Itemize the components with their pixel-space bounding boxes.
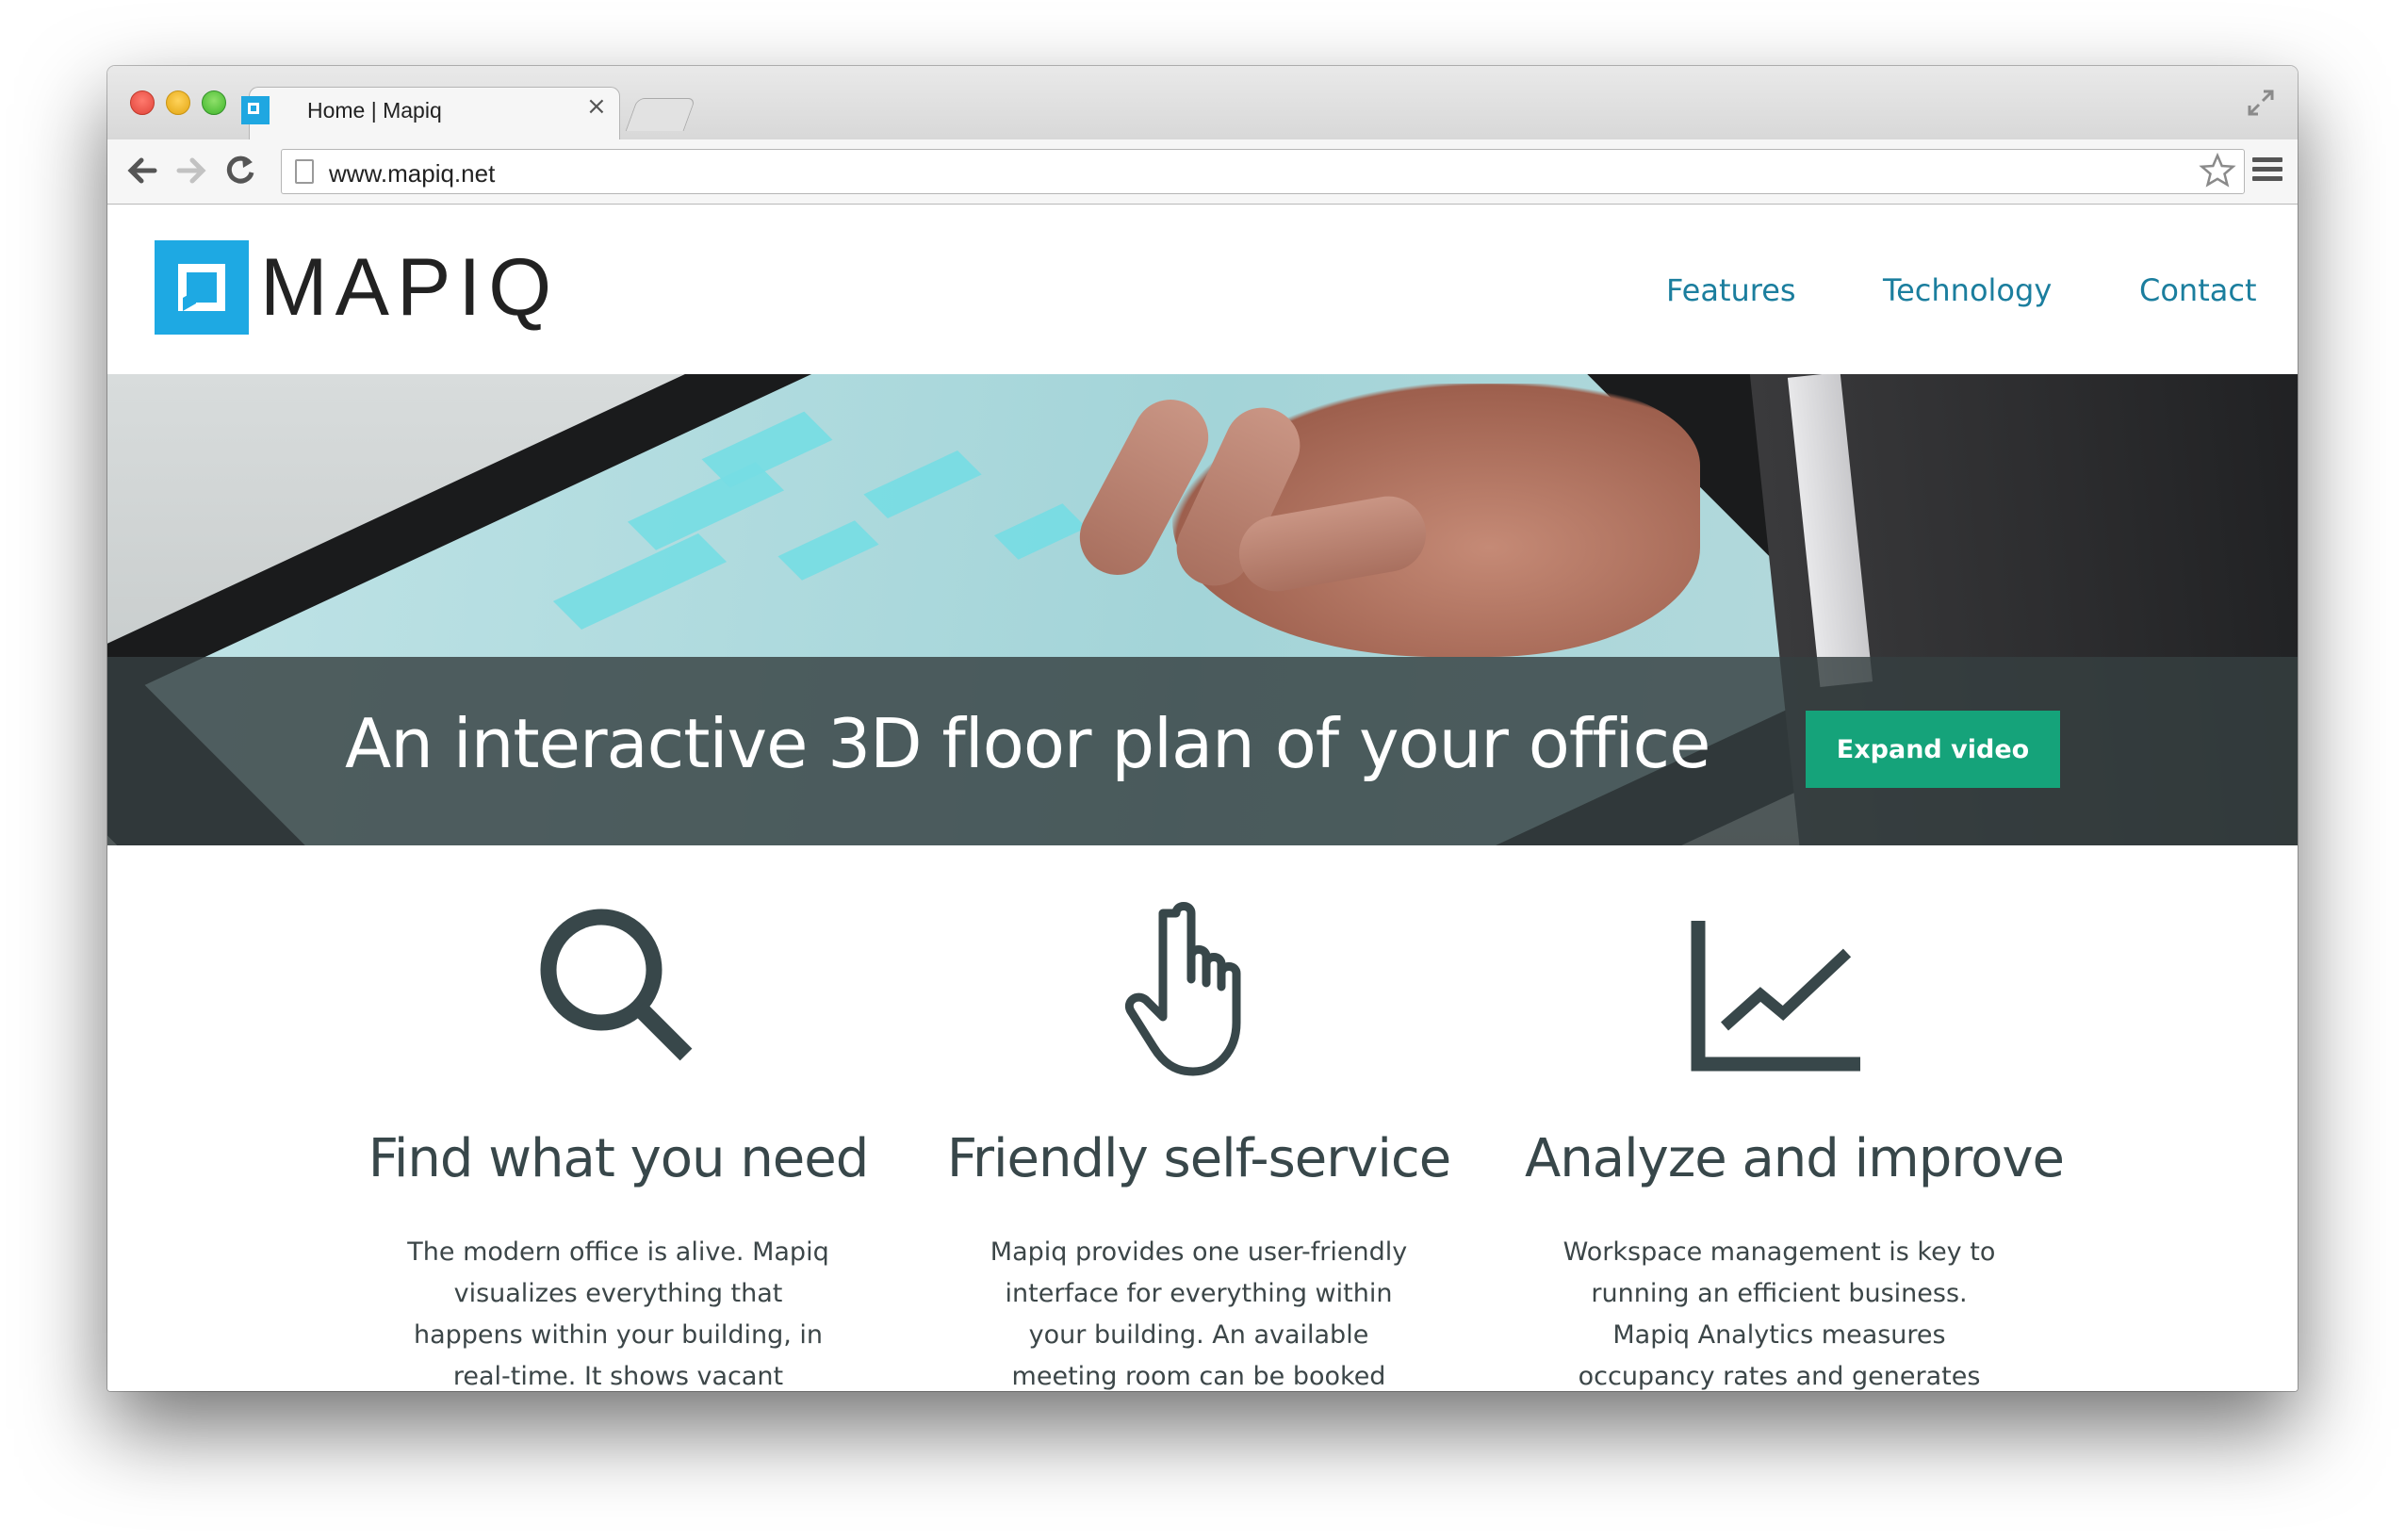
arrow-right-icon[interactable]	[170, 149, 213, 192]
hamburger-menu-icon[interactable]	[2250, 153, 2284, 190]
close-window-button[interactable]	[130, 90, 155, 115]
tab-close-icon[interactable]: ×	[586, 94, 607, 119]
hero-title: An interactive 3D floor plan of your off…	[345, 704, 1710, 783]
feature-title: Friendly self-service	[946, 1128, 1451, 1189]
feature-body: The modern office is alive. Mapiq visual…	[407, 1237, 829, 1391]
desktop: Home | Mapiq × www.mapiq.net MAPIQ Featu…	[0, 0, 2405, 1540]
tab-title: Home | Mapiq	[307, 98, 442, 123]
feature-find: Find what you need The modern office is …	[364, 845, 873, 1391]
arrow-left-icon[interactable]	[121, 149, 164, 192]
pointing-hand-icon	[1125, 902, 1241, 1076]
page-icon	[295, 159, 314, 184]
fullscreen-icon[interactable]	[2247, 89, 2275, 117]
site-header: MAPIQ Features Technology Contact	[107, 205, 2298, 374]
feature-analyze: Analyze and improve Workspace management…	[1525, 845, 2065, 1391]
star-icon[interactable]	[2199, 152, 2236, 189]
zoom-window-button[interactable]	[202, 90, 226, 115]
feature-title: Analyze and improve	[1525, 1128, 2065, 1189]
magnifier-icon	[540, 909, 693, 1061]
feature-self-service: Friendly self-service Mapiq provides one…	[944, 845, 1453, 1391]
expand-video-button[interactable]: Expand video	[1806, 711, 2060, 788]
browser-window: Home | Mapiq × www.mapiq.net MAPIQ Featu…	[107, 66, 2298, 1391]
feature-title: Find what you need	[368, 1128, 870, 1189]
address-bar[interactable]: www.mapiq.net	[281, 149, 2245, 194]
nav-contact[interactable]: Contact	[2139, 272, 2257, 308]
new-tab-button[interactable]	[625, 98, 696, 131]
features-section: Find what you need The modern office is …	[107, 845, 2298, 1391]
web-page: MAPIQ Features Technology Contact An int…	[107, 205, 2298, 1391]
nav-technology[interactable]: Technology	[1883, 272, 2052, 308]
reload-icon[interactable]	[219, 149, 262, 192]
nav-features[interactable]: Features	[1666, 272, 1796, 308]
title-bar: Home | Mapiq ×	[107, 66, 2298, 142]
mapiq-favicon-icon	[241, 96, 270, 124]
feature-body: Workspace management is key to running a…	[1562, 1237, 1996, 1391]
minimize-window-button[interactable]	[166, 90, 190, 115]
mapiq-logo-icon[interactable]	[155, 240, 249, 335]
line-chart-icon	[1691, 921, 1860, 1072]
logo-text[interactable]: MAPIQ	[260, 242, 559, 333]
browser-toolbar: www.mapiq.net	[107, 139, 2298, 205]
url-text[interactable]: www.mapiq.net	[329, 159, 495, 188]
feature-body: Mapiq provides one user-friendly interfa…	[990, 1237, 1408, 1391]
